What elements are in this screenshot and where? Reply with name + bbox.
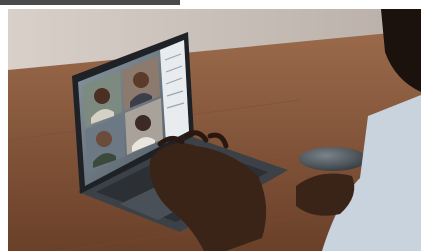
photo-scene <box>0 0 421 251</box>
video-call-participant-icon <box>135 115 151 131</box>
top-frame-bar <box>0 0 180 5</box>
laptop-video-call-photo <box>0 0 421 251</box>
video-call-participant-icon <box>94 88 110 104</box>
video-call-participant-icon <box>96 131 112 147</box>
mouse-icon <box>299 147 367 171</box>
video-call-participant-icon <box>133 72 149 88</box>
